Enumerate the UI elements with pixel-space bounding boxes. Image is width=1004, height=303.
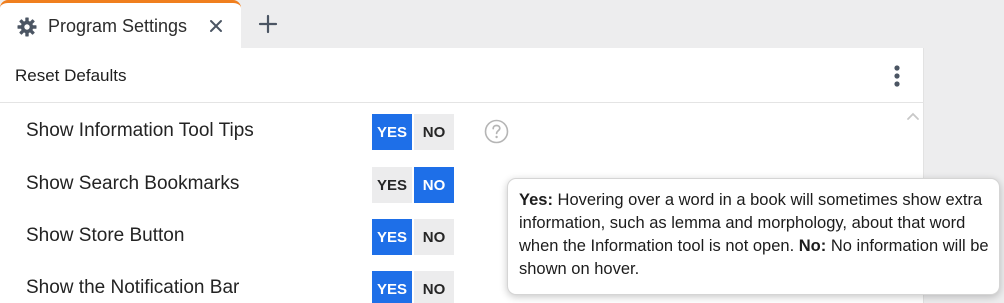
yes-no-toggle: YES NO	[372, 271, 454, 303]
tab-program-settings[interactable]: Program Settings	[0, 0, 241, 50]
tab-bar: Program Settings	[0, 0, 1004, 50]
reset-defaults-button[interactable]: Reset Defaults	[15, 66, 127, 86]
no-option[interactable]: NO	[414, 219, 454, 255]
tooltip-yes-term: Yes:	[519, 191, 553, 209]
yes-no-toggle: YES NO	[372, 114, 454, 150]
add-tab-icon[interactable]	[257, 13, 279, 35]
panel-header: Reset Defaults	[0, 48, 924, 103]
kebab-menu-icon[interactable]	[889, 64, 905, 88]
tooltip-no-term: No:	[798, 237, 827, 255]
yes-no-toggle: YES NO	[372, 219, 454, 255]
setting-label: Show Search Bookmarks	[26, 173, 240, 194]
no-option[interactable]: NO	[414, 271, 454, 303]
gear-icon	[17, 17, 37, 37]
yes-option[interactable]: YES	[372, 271, 412, 303]
setting-label: Show the Notification Bar	[26, 277, 240, 298]
tab-title: Program Settings	[48, 16, 188, 36]
close-icon[interactable]	[207, 17, 225, 35]
yes-option[interactable]: YES	[372, 167, 412, 203]
no-option[interactable]: NO	[414, 114, 454, 150]
tooltip-information-tool-tips: Yes: Hovering over a word in a book will…	[507, 178, 1000, 295]
yes-no-toggle: YES NO	[372, 167, 454, 203]
no-option[interactable]: NO	[414, 167, 454, 203]
setting-label: Show Store Button	[26, 225, 185, 246]
setting-label: Show Information Tool Tips	[26, 120, 254, 141]
yes-option[interactable]: YES	[372, 219, 412, 255]
setting-row-information-tool-tips: Show Information Tool Tips YES NO	[0, 105, 924, 157]
yes-option[interactable]: YES	[372, 114, 412, 150]
help-icon[interactable]	[484, 119, 509, 144]
